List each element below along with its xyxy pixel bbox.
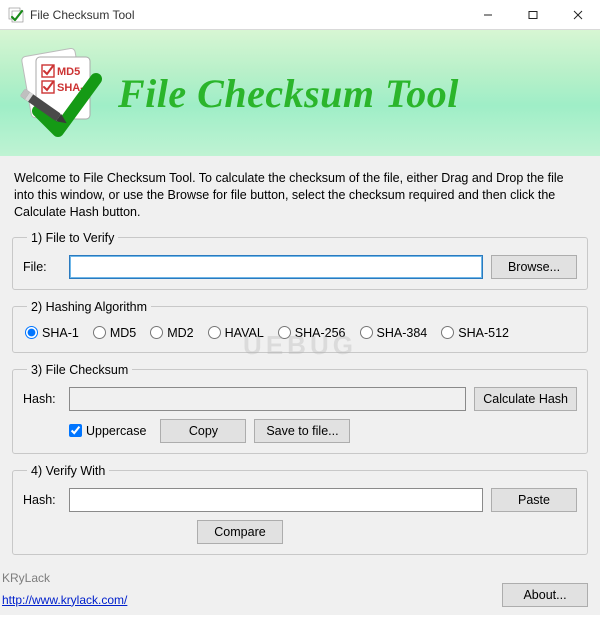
minimize-button[interactable] <box>465 0 510 30</box>
save-to-file-button[interactable]: Save to file... <box>254 419 350 443</box>
radio-sha384[interactable]: SHA-384 <box>360 326 428 340</box>
hash-output-label: Hash: <box>23 392 61 406</box>
browse-button[interactable]: Browse... <box>491 255 577 279</box>
group4-legend: 4) Verify With <box>27 464 109 478</box>
radio-md5[interactable]: MD5 <box>93 326 136 340</box>
vendor-link[interactable]: http://www.krylack.com/ <box>2 593 127 607</box>
footer: KRyLack http://www.krylack.com/ About... <box>0 571 600 615</box>
group1-legend: 1) File to Verify <box>27 231 118 245</box>
radio-md2[interactable]: MD2 <box>150 326 193 340</box>
group-verify-with: 4) Verify With Hash: Paste Compare <box>12 464 588 555</box>
about-button[interactable]: About... <box>502 583 588 607</box>
group3-legend: 3) File Checksum <box>27 363 132 377</box>
paste-button[interactable]: Paste <box>491 488 577 512</box>
verify-hash-input[interactable] <box>69 488 483 512</box>
content-area: Welcome to File Checksum Tool. To calcul… <box>0 156 600 571</box>
banner-title: File Checksum Tool <box>118 70 459 117</box>
window-title: File Checksum Tool <box>30 8 465 22</box>
radio-sha1[interactable]: SHA-1 <box>25 326 79 340</box>
group-file-to-verify: 1) File to Verify File: Browse... <box>12 231 588 290</box>
radio-sha512[interactable]: SHA-512 <box>441 326 509 340</box>
banner: MD5 SHA-1 File Checksum Tool <box>0 30 600 156</box>
calculate-hash-button[interactable]: Calculate Hash <box>474 387 577 411</box>
hash-output <box>69 387 466 411</box>
verify-hash-label: Hash: <box>23 493 61 507</box>
group-file-checksum: 3) File Checksum Hash: Calculate Hash Up… <box>12 363 588 454</box>
radio-haval[interactable]: HAVAL <box>208 326 264 340</box>
intro-text: Welcome to File Checksum Tool. To calcul… <box>14 170 586 221</box>
uppercase-checkbox[interactable]: Uppercase <box>69 424 146 438</box>
file-label: File: <box>23 260 61 274</box>
close-button[interactable] <box>555 0 600 30</box>
algorithm-radios: SHA-1 MD5 MD2 HAVAL SHA-256 SHA-384 SHA-… <box>23 324 577 342</box>
compare-button[interactable]: Compare <box>197 520 283 544</box>
titlebar: File Checksum Tool <box>0 0 600 30</box>
copy-button[interactable]: Copy <box>160 419 246 443</box>
maximize-button[interactable] <box>510 0 555 30</box>
file-input[interactable] <box>69 255 483 279</box>
app-logo: MD5 SHA-1 <box>10 43 110 143</box>
app-icon <box>8 7 24 23</box>
logo-badge-md5: MD5 <box>57 66 80 78</box>
radio-sha256[interactable]: SHA-256 <box>278 326 346 340</box>
group-hashing-algorithm: 2) Hashing Algorithm SHA-1 MD5 MD2 HAVAL… <box>12 300 588 353</box>
group2-legend: 2) Hashing Algorithm <box>27 300 151 314</box>
